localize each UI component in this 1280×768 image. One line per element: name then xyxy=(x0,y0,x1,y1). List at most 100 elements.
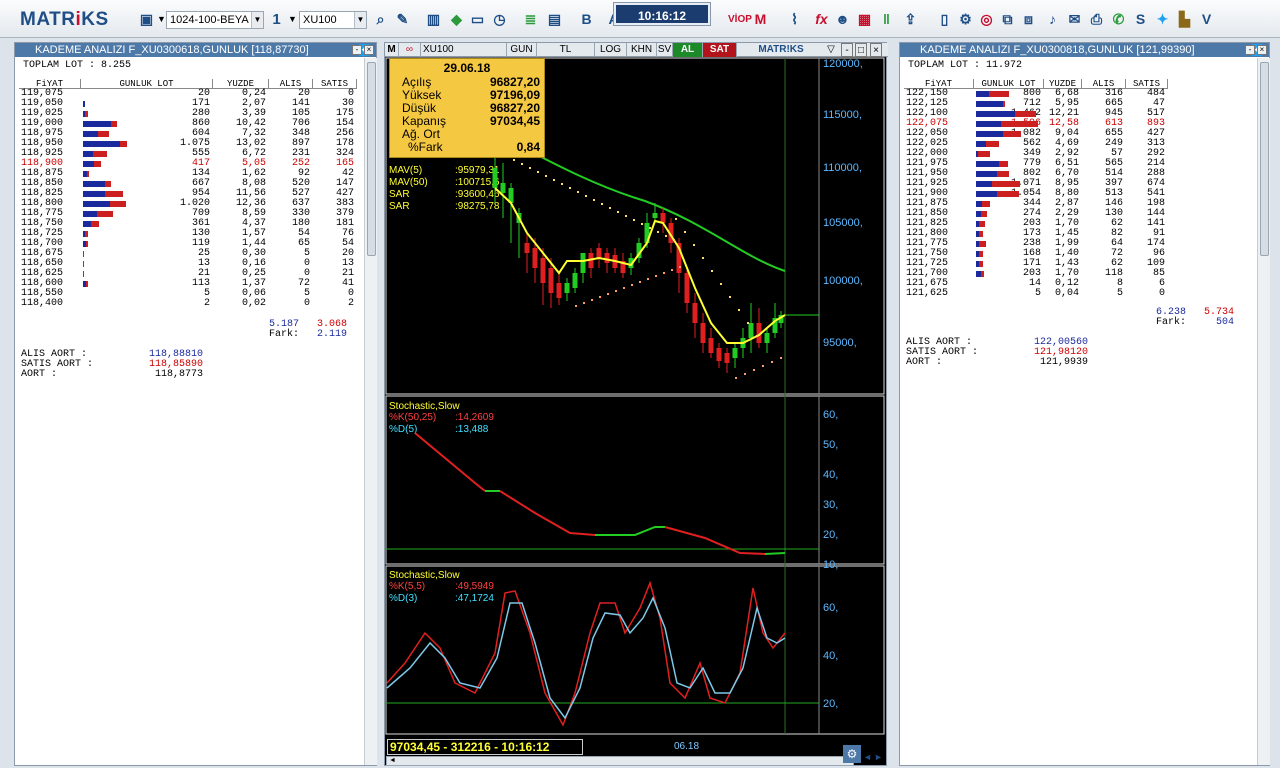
sar-dot xyxy=(780,357,782,359)
buy-volume-bar xyxy=(83,201,110,207)
twitter-icon[interactable]: ✦ xyxy=(1154,11,1171,28)
chart-settings-icon[interactable]: ⚙ xyxy=(843,745,861,763)
scroll-next-icon[interactable]: ► xyxy=(874,752,884,762)
sell-volume-bar xyxy=(97,211,113,217)
stoch1-d-value: :13,488 xyxy=(455,424,489,435)
close-icon[interactable]: × xyxy=(364,45,374,55)
scroll-left-icon[interactable]: ◄ xyxy=(389,757,399,764)
grid-icon[interactable]: ▦ xyxy=(856,11,873,28)
sell-volume-bar xyxy=(979,261,983,267)
sell-volume-bar xyxy=(979,231,983,237)
b-icon[interactable]: B xyxy=(578,11,595,28)
function-icon[interactable]: fx xyxy=(813,11,830,28)
sar-dot xyxy=(753,369,755,371)
aort-label: AORT : xyxy=(21,369,58,380)
stoch1-k-line xyxy=(595,526,665,536)
info-value: 97034,45 xyxy=(489,114,540,128)
candle-body xyxy=(724,353,730,363)
legend-value: :93600,46 xyxy=(455,189,500,200)
bar-chart-icon[interactable]: ▥ xyxy=(425,11,442,28)
window-icon[interactable]: ⧉ xyxy=(999,11,1016,28)
buy-volume-bar xyxy=(83,221,91,227)
sell-volume-bar xyxy=(1003,101,1005,107)
settings-icon[interactable]: ⚙ xyxy=(957,11,974,28)
skype-icon[interactable]: S xyxy=(1132,11,1149,28)
buy-volume-bar xyxy=(976,111,1015,117)
sar-dot xyxy=(583,302,585,304)
price-axis-label: 95000, xyxy=(823,337,857,349)
document-icon[interactable]: ▯ xyxy=(936,11,953,28)
sell-volume-bar xyxy=(981,271,984,277)
date-label: 06.18 xyxy=(674,741,700,752)
search-icon[interactable]: ⌕ xyxy=(372,11,389,28)
buy-volume-bar xyxy=(83,141,120,147)
lot-cell: 21 xyxy=(197,268,210,279)
scrollbar[interactable] xyxy=(364,58,377,765)
restore-icon[interactable]: ⧈ xyxy=(1020,11,1037,28)
page-number[interactable]: 1 xyxy=(268,11,285,28)
v-icon[interactable]: V xyxy=(1198,11,1215,28)
stoch2-title: Stochastic,Slow xyxy=(389,570,460,581)
pin-icon[interactable]: ◎ xyxy=(978,11,995,28)
sell-volume-bar xyxy=(105,191,123,197)
sell-volume-bar xyxy=(992,181,1020,187)
scroll-prev-icon[interactable]: ◄ xyxy=(863,752,873,762)
sar-dot xyxy=(693,244,695,246)
stoch1-k-line xyxy=(764,552,786,555)
stoch2-k-value: :49,5949 xyxy=(455,581,494,592)
sell-volume-bar xyxy=(94,161,101,167)
candle-body xyxy=(540,258,546,283)
sar-dot xyxy=(575,305,577,307)
lot-cell: 171 xyxy=(191,98,210,109)
viop-icon[interactable]: VİOP xyxy=(728,11,752,28)
upload-icon[interactable]: ⇪ xyxy=(902,11,919,28)
template-select[interactable]: 1024-100-BEYA ▼ xyxy=(166,11,264,29)
users-icon[interactable]: ☻ xyxy=(834,11,851,28)
mail-icon[interactable]: ✉ xyxy=(1066,11,1083,28)
price-axis-label: 100000, xyxy=(823,275,863,287)
lot-cell: 130 xyxy=(191,228,210,239)
window-title: KADEME ANALIZI F_XU0300818,GUNLUK [121,9… xyxy=(900,43,1269,57)
horizontal-scrollbar[interactable]: ◄ xyxy=(386,756,854,766)
legend-label: MAV(50) xyxy=(389,177,428,188)
table-row[interactable]: 118,400 2 0,02 0 2 xyxy=(19,299,357,309)
cube-icon[interactable]: ◆ xyxy=(448,11,465,28)
buy-volume-bar xyxy=(976,171,997,177)
column-header[interactable]: GUNLUK LOT xyxy=(81,79,213,89)
candle-body xyxy=(692,303,698,323)
candle-body xyxy=(492,168,498,188)
close-icon[interactable]: × xyxy=(1257,45,1267,55)
buy-volume-bar xyxy=(83,191,105,197)
sell-volume-bar xyxy=(986,141,999,147)
scrollbar[interactable] xyxy=(1257,58,1270,765)
monitor-icon[interactable]: ▭ xyxy=(469,11,486,28)
print-icon[interactable]: ⎙ xyxy=(1088,11,1105,28)
buy-volume-bar xyxy=(976,91,989,97)
chat-icon[interactable]: ✆ xyxy=(1110,11,1127,28)
list-icon[interactable]: ≣ xyxy=(522,11,539,28)
buy-volume-bar xyxy=(976,191,997,197)
sar-dot xyxy=(513,159,515,161)
clock-icon[interactable]: ◷ xyxy=(491,11,508,28)
table-icon[interactable]: ▤ xyxy=(546,11,563,28)
symbol-select[interactable]: XU100 ▼ xyxy=(299,11,367,29)
book-icon[interactable]: ▙ xyxy=(1176,11,1193,28)
bars-icon[interactable]: ‖ xyxy=(878,11,895,28)
minimize-icon[interactable]: - xyxy=(352,45,362,55)
fark-label: Fark: xyxy=(1156,317,1187,328)
candle-body xyxy=(564,283,570,293)
tool-icon[interactable]: ✎ xyxy=(394,11,411,28)
buy-volume-bar xyxy=(83,161,94,167)
sar-dot xyxy=(729,296,731,298)
candle-body xyxy=(548,268,554,293)
candle-body xyxy=(580,253,586,273)
minimize-icon[interactable]: - xyxy=(1245,45,1255,55)
bell-icon[interactable]: ♪ xyxy=(1044,11,1061,28)
main-toolbar: MATRiKS ▣ ▼ 1024-100-BEYA ▼ 1 ▼ XU100 ▼ ⌕ … xyxy=(0,0,1280,38)
stoch1-k-value: :14,2609 xyxy=(455,412,494,423)
table-row[interactable]: 121,625 5 0,04 5 0 xyxy=(904,289,1168,299)
line-chart-icon[interactable]: ⌇ xyxy=(786,11,803,28)
clock-display: 10:16:12 xyxy=(614,3,710,25)
m-icon[interactable]: M xyxy=(752,11,769,28)
candle-body xyxy=(700,323,706,343)
